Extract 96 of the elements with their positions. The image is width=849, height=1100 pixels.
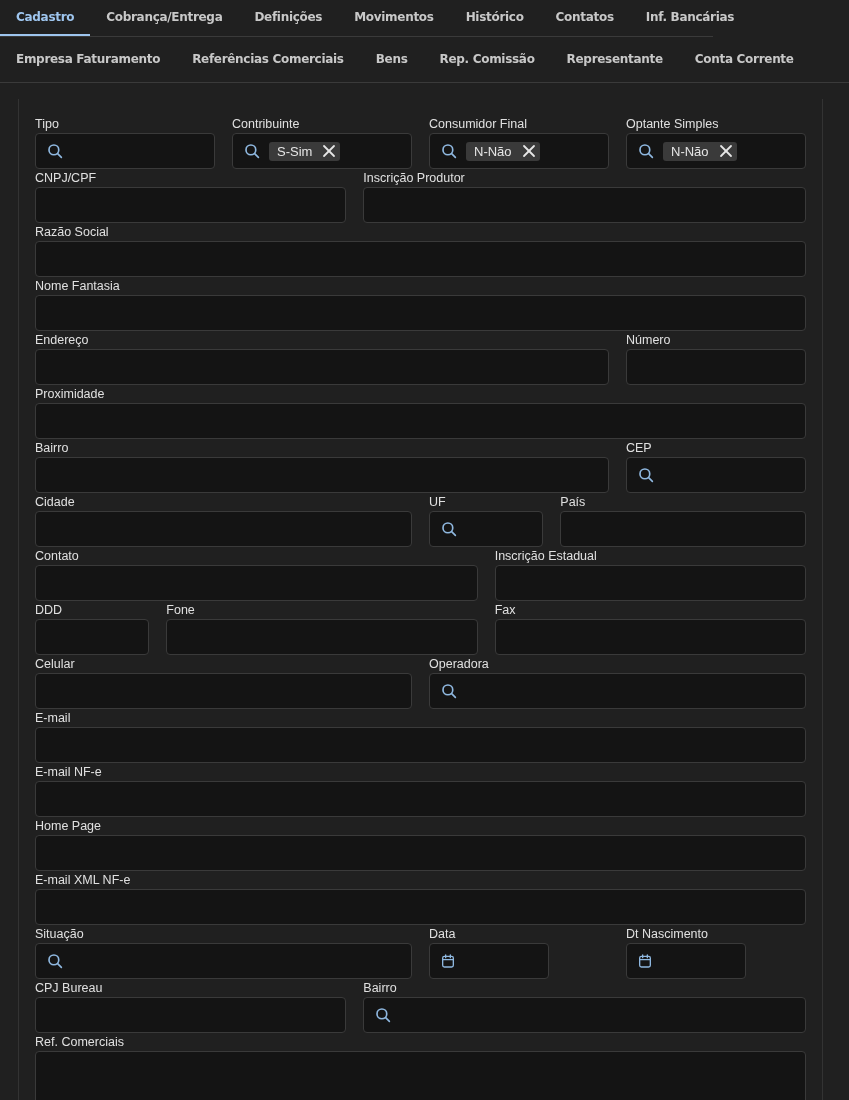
search-icon[interactable]	[46, 952, 64, 970]
tab[interactable]: Histórico	[449, 0, 540, 36]
tab[interactable]: Representante	[550, 37, 679, 82]
text-field[interactable]	[35, 565, 478, 601]
field-label: Número	[626, 332, 672, 349]
text-field[interactable]	[35, 187, 347, 223]
tag-chip[interactable]: N-Não	[466, 141, 540, 161]
field-label: Razão Social	[35, 224, 110, 241]
field-label: Situação	[35, 926, 85, 943]
search-icon[interactable]	[46, 142, 64, 160]
field-label: E-mail XML NF-e	[35, 872, 132, 889]
calendar-icon[interactable]	[637, 953, 653, 969]
field-label: E-mail NF-e	[35, 764, 103, 781]
text-field[interactable]	[166, 619, 478, 655]
field-label: Celular	[35, 656, 76, 673]
tab[interactable]: Inf. Bancárias	[629, 0, 751, 36]
field-label: Inscrição Estadual	[494, 548, 598, 565]
text-field[interactable]	[35, 403, 806, 439]
field-label: CNPJ/CPF	[35, 170, 98, 187]
field-label: Fax	[494, 602, 517, 619]
search-field[interactable]: S-Sim	[232, 133, 412, 169]
text-field[interactable]	[35, 511, 412, 547]
search-icon[interactable]	[440, 520, 458, 538]
date-field[interactable]	[429, 943, 549, 979]
search-field[interactable]: N-Não	[429, 133, 609, 169]
field-label: Ref. Comerciais	[35, 1034, 125, 1051]
search-icon[interactable]	[440, 142, 458, 160]
tag-chip[interactable]: N-Não	[663, 141, 737, 161]
tab[interactable]: Contatos	[539, 0, 630, 36]
search-field[interactable]	[35, 943, 412, 979]
search-icon[interactable]	[637, 142, 655, 160]
calendar-icon[interactable]	[440, 953, 456, 969]
search-field[interactable]	[363, 997, 806, 1033]
tab[interactable]: Definições	[238, 0, 339, 36]
field-label: Home Page	[35, 818, 102, 835]
text-field[interactable]	[35, 295, 806, 331]
tab[interactable]: Bens	[359, 37, 424, 82]
text-area[interactable]	[35, 1051, 806, 1100]
text-field[interactable]	[560, 511, 806, 547]
field-label: Inscrição Produtor	[363, 170, 466, 187]
field-label: UF	[429, 494, 447, 511]
field-label: País	[560, 494, 587, 511]
field-label: Cidade	[35, 494, 76, 511]
field-label: Contato	[35, 548, 80, 565]
field-label: CEP	[626, 440, 653, 457]
field-label: Proximidade	[35, 386, 106, 403]
text-field[interactable]	[626, 349, 806, 385]
text-field[interactable]	[35, 457, 609, 493]
search-field[interactable]	[429, 511, 544, 547]
text-field[interactable]	[494, 565, 806, 601]
search-field[interactable]	[429, 673, 806, 709]
text-field[interactable]	[35, 727, 806, 763]
field-label: E-mail	[35, 710, 72, 727]
field-label: DDD	[35, 602, 64, 619]
field-label: Dt Nascimento	[626, 926, 709, 943]
tag-chip[interactable]: S-Sim	[269, 141, 341, 161]
date-field[interactable]	[626, 943, 746, 979]
search-icon[interactable]	[243, 142, 261, 160]
clear-icon[interactable]	[521, 144, 536, 158]
field-label: Nome Fantasia	[35, 278, 121, 295]
search-icon[interactable]	[374, 1006, 393, 1024]
tab[interactable]: Conta Corrente	[678, 37, 810, 82]
search-field[interactable]: N-Não	[626, 133, 806, 169]
tab[interactable]: Movimentos	[338, 0, 450, 36]
field-label: Consumidor Final	[429, 116, 528, 133]
clear-icon[interactable]	[322, 144, 337, 158]
field-label: Operadora	[429, 656, 490, 673]
field-label: Endereço	[35, 332, 90, 349]
field-label: CPJ Bureau	[35, 980, 104, 997]
tab[interactable]: Cadastro	[0, 0, 91, 36]
field-label: Optante Simples	[626, 116, 720, 133]
clear-icon[interactable]	[718, 144, 733, 158]
text-field[interactable]	[35, 781, 806, 817]
tab[interactable]: Empresa Faturamento	[0, 37, 177, 82]
text-field[interactable]	[35, 997, 347, 1033]
field-label: Fone	[166, 602, 196, 619]
tab[interactable]: Referências Comerciais	[176, 37, 360, 82]
search-icon[interactable]	[440, 682, 458, 700]
field-label: Data	[429, 926, 457, 943]
search-field[interactable]	[35, 133, 215, 169]
text-field[interactable]	[363, 187, 806, 223]
text-field[interactable]	[494, 619, 806, 655]
text-field[interactable]	[35, 889, 806, 925]
text-field[interactable]	[35, 619, 150, 655]
field-label: Tipo	[35, 116, 60, 133]
field-label: Bairro	[35, 440, 70, 457]
field-label: Bairro	[363, 980, 398, 997]
text-field[interactable]	[35, 835, 806, 871]
tab[interactable]: Cobrança/Entrega	[90, 0, 239, 36]
tab[interactable]: Rep. Comissão	[423, 37, 551, 82]
search-icon[interactable]	[637, 466, 655, 484]
text-field[interactable]	[35, 349, 609, 385]
text-field[interactable]	[35, 241, 806, 277]
field-label: Contribuinte	[232, 116, 301, 133]
search-field[interactable]	[626, 457, 806, 493]
text-field[interactable]	[35, 673, 412, 709]
